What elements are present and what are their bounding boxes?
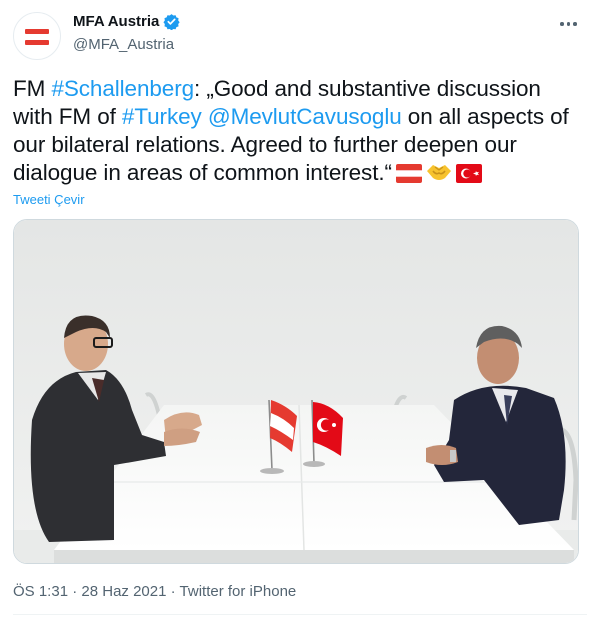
tweet-source[interactable]: Twitter for iPhone <box>180 583 297 600</box>
tweet-date[interactable]: 28 Haz 2021 <box>81 583 166 600</box>
avatar[interactable] <box>13 12 61 60</box>
austria-flag-stripe-icon <box>25 40 49 45</box>
more-options-icon[interactable] <box>560 20 580 28</box>
tweet-time[interactable]: ÖS 1:31 <box>13 583 68 600</box>
tweet-text-prefix: FM <box>13 76 52 101</box>
tweet-photo[interactable] <box>13 219 579 564</box>
translate-tweet-link[interactable]: Tweeti Çevir <box>13 192 85 207</box>
meta-separator: · <box>68 583 82 600</box>
account-handle[interactable]: @MFA_Austria <box>73 36 174 53</box>
account-name[interactable]: MFA Austria <box>73 13 159 30</box>
handshake-emoji-icon <box>426 165 451 180</box>
meeting-photo-illustration <box>14 220 578 563</box>
turkey-flag-emoji-icon <box>455 164 482 183</box>
account-name-row[interactable]: MFA Austria <box>73 13 181 30</box>
tweet-meta: ÖS 1:31 · 28 Haz 2021 · Twitter for iPho… <box>13 583 296 600</box>
austria-flag-stripe-icon <box>25 29 49 34</box>
meta-separator: · <box>166 583 180 600</box>
verified-badge-icon <box>163 14 181 30</box>
tweet-text: FM #Schallenberg: „Good and substantive … <box>13 75 583 187</box>
divider <box>13 614 587 615</box>
hashtag-link[interactable]: #Schallenberg <box>51 76 194 101</box>
hashtag-link[interactable]: #Turkey <box>122 104 202 129</box>
austria-flag-emoji-icon <box>395 164 422 183</box>
mention-link[interactable]: @MevlutCavusoglu <box>208 104 402 129</box>
